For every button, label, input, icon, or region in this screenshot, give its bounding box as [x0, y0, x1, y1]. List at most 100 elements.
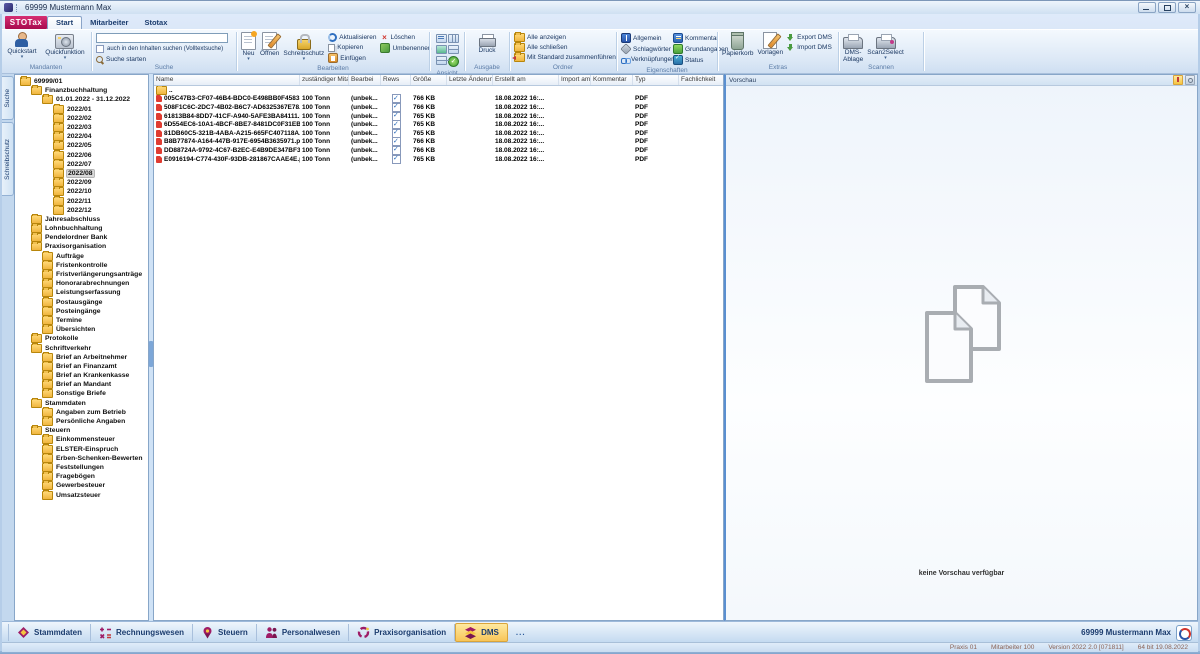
minimize-button[interactable]: [1138, 2, 1156, 13]
tree-item[interactable]: 2022/11: [15, 196, 148, 205]
tree-item[interactable]: Fristverlängerungsanträge: [15, 270, 148, 279]
tree-item[interactable]: Posteingänge: [15, 307, 148, 316]
column-header-groesse[interactable]: Größe: [411, 75, 447, 85]
neu-button[interactable]: Neu ▾: [239, 31, 258, 62]
view-grid-icon[interactable]: [436, 56, 447, 65]
module-tab-stammdaten[interactable]: Stammdaten: [8, 624, 91, 641]
tree-item[interactable]: 2022/02: [15, 114, 148, 123]
verknuepfungen-button[interactable]: Verknüpfungen: [621, 55, 669, 64]
maximize-button[interactable]: [1158, 2, 1176, 13]
side-tab-schreibschutz[interactable]: Schreibschutz: [2, 122, 14, 196]
tree-item[interactable]: Feststellungen: [15, 463, 148, 472]
view-table-icon[interactable]: [448, 45, 459, 54]
tree-item[interactable]: Umsatzsteuer: [15, 490, 148, 499]
module-tab-overflow[interactable]: ...: [508, 624, 534, 641]
tree-item[interactable]: Termine: [15, 316, 148, 325]
tree-item[interactable]: 2022/06: [15, 151, 148, 160]
tree-item[interactable]: Leistungserfassung: [15, 288, 148, 297]
tree-item[interactable]: 01.01.2022 - 31.12.2022: [15, 95, 148, 104]
column-header-kommentar[interactable]: Kommentar: [591, 75, 633, 85]
schreibschutz-button[interactable]: Schreibschutz ▾: [281, 31, 326, 62]
stotax-logo[interactable]: STOTax: [5, 16, 47, 29]
module-tab-praxisorganisation[interactable]: Praxisorganisation: [349, 624, 455, 641]
quickfunktion-button[interactable]: Quickfunktion ▾: [43, 31, 86, 61]
column-header-rews[interactable]: Rews: [381, 75, 411, 85]
tree-item[interactable]: Gewerbesteuer: [15, 481, 148, 490]
module-tab-rechnungswesen[interactable]: Rechnungswesen: [91, 624, 193, 641]
alle-schliessen-button[interactable]: Alle schließen: [514, 43, 616, 52]
alle-anzeigen-button[interactable]: Alle anzeigen: [514, 33, 616, 42]
column-header-fachlichkeit[interactable]: Fachlichkeit: [679, 75, 723, 85]
tree-item[interactable]: Praxisorganisation: [15, 242, 148, 251]
gear-icon[interactable]: [1185, 75, 1195, 85]
column-header-name[interactable]: Name: [154, 75, 300, 85]
tree-item[interactable]: Postausgänge: [15, 298, 148, 307]
import-dms-button[interactable]: Import DMS: [787, 43, 832, 52]
column-header-letzte-aenderung[interactable]: Letzte Änderung: [447, 75, 493, 85]
column-header-bearbeiter[interactable]: Bearbei: [349, 75, 381, 85]
papierkorb-button[interactable]: Papierkorb: [720, 31, 755, 58]
einfuegen-button[interactable]: Einfügen: [328, 53, 376, 63]
table-row[interactable]: 005C47B3-CF07-46B4-BDC0-E498BB0F4583.pdf…: [154, 95, 723, 104]
tree-item[interactable]: Finanzbuchhaltung: [15, 86, 148, 95]
export-dms-button[interactable]: Export DMS: [787, 33, 832, 42]
table-row[interactable]: 81DB60C5-321B-4ABA-A215-665FC407118A.pdf…: [154, 129, 723, 138]
mit-standard-button[interactable]: Mit Standard zusammenführen: [514, 53, 616, 62]
column-header-typ[interactable]: Typ: [633, 75, 679, 85]
column-header-erstellt-am[interactable]: Erstellt am: [493, 75, 559, 85]
fulltext-checkbox[interactable]: [96, 45, 104, 53]
module-tab-dms[interactable]: DMS: [455, 623, 508, 642]
view-check-icon[interactable]: ✓: [448, 56, 459, 67]
checkbox-checked-icon[interactable]: [392, 155, 401, 164]
tree-item[interactable]: Fristenkontrolle: [15, 261, 148, 270]
tree-item[interactable]: Schriftverkehr: [15, 343, 148, 352]
tab-mitarbeiter[interactable]: Mitarbeiter: [82, 17, 136, 29]
close-button[interactable]: ×: [1178, 2, 1196, 13]
tree-item[interactable]: 2022/05: [15, 141, 148, 150]
loeschen-button[interactable]: ×Löschen: [380, 33, 431, 42]
module-tab-steuern[interactable]: Steuern: [193, 624, 257, 641]
tab-start[interactable]: Start: [47, 16, 82, 29]
tree-item[interactable]: Stammdaten: [15, 399, 148, 408]
tree-item[interactable]: Brief an Mandant: [15, 380, 148, 389]
quickstart-button[interactable]: Quickstart ▾: [5, 31, 38, 60]
tree-item[interactable]: Einkommensteuer: [15, 435, 148, 444]
allgemein-button[interactable]: Allgemein: [621, 33, 669, 43]
kopieren-button[interactable]: Kopieren: [328, 43, 376, 52]
table-row[interactable]: 61813B84-8DD7-41CF-A940-5AFE3BA84111.pdf…: [154, 112, 723, 121]
pin-icon[interactable]: [1173, 75, 1183, 85]
table-row[interactable]: B8B77874-A164-447B-917E-6954B3635971.pdf…: [154, 138, 723, 147]
tree-item[interactable]: Angaben zum Betrieb: [15, 408, 148, 417]
view-details-icon[interactable]: [448, 34, 459, 43]
tree-item[interactable]: Brief an Krankenkasse: [15, 371, 148, 380]
scan2select-button[interactable]: Scan2Select ▾: [865, 31, 906, 61]
table-row[interactable]: 6D554EC6-10A1-4BCF-8BE7-8481DC0F31EB.pdf…: [154, 120, 723, 129]
table-row[interactable]: E0916194-C774-430F-93DB-281867CAAE4E.pdf…: [154, 155, 723, 164]
search-start-button[interactable]: Suche starten: [96, 55, 146, 64]
tree-item[interactable]: Brief an Finanzamt: [15, 362, 148, 371]
vorlagen-button[interactable]: Vorlagen: [755, 31, 785, 57]
view-list-icon[interactable]: [436, 34, 447, 43]
tree-item[interactable]: 2022/10: [15, 187, 148, 196]
tree-item[interactable]: Steuern: [15, 426, 148, 435]
search-input[interactable]: [96, 33, 228, 43]
druck-button[interactable]: Druck: [477, 31, 498, 55]
side-tab-suche[interactable]: Suche: [2, 76, 14, 120]
tab-stotax[interactable]: Stotax: [136, 17, 175, 29]
tree-item[interactable]: Erben-Schenken-Bewerten: [15, 454, 148, 463]
schlagwoerter-button[interactable]: Schlagwörter: [621, 44, 669, 54]
view-tiles-icon[interactable]: [436, 45, 447, 54]
tree-item[interactable]: 2022/03: [15, 123, 148, 132]
tree-item[interactable]: ELSTER-Einspruch: [15, 445, 148, 454]
tree-item[interactable]: Fragebögen: [15, 472, 148, 481]
sync-icon[interactable]: [1176, 625, 1192, 641]
table-row[interactable]: DD88724A-9792-4C67-B2EC-E4B9DE347BF3.pdf…: [154, 146, 723, 155]
tree-item[interactable]: Aufträge: [15, 252, 148, 261]
oeffnen-button[interactable]: Öffnen: [258, 31, 281, 58]
tree-item[interactable]: 2022/07: [15, 160, 148, 169]
tree-item[interactable]: 2022/09: [15, 178, 148, 187]
tree-item[interactable]: 2022/01: [15, 105, 148, 114]
tree-item[interactable]: 2022/08: [15, 169, 148, 178]
parent-folder-row[interactable]: ..: [154, 86, 723, 95]
umbenennen-button[interactable]: Umbenennen: [380, 43, 431, 53]
